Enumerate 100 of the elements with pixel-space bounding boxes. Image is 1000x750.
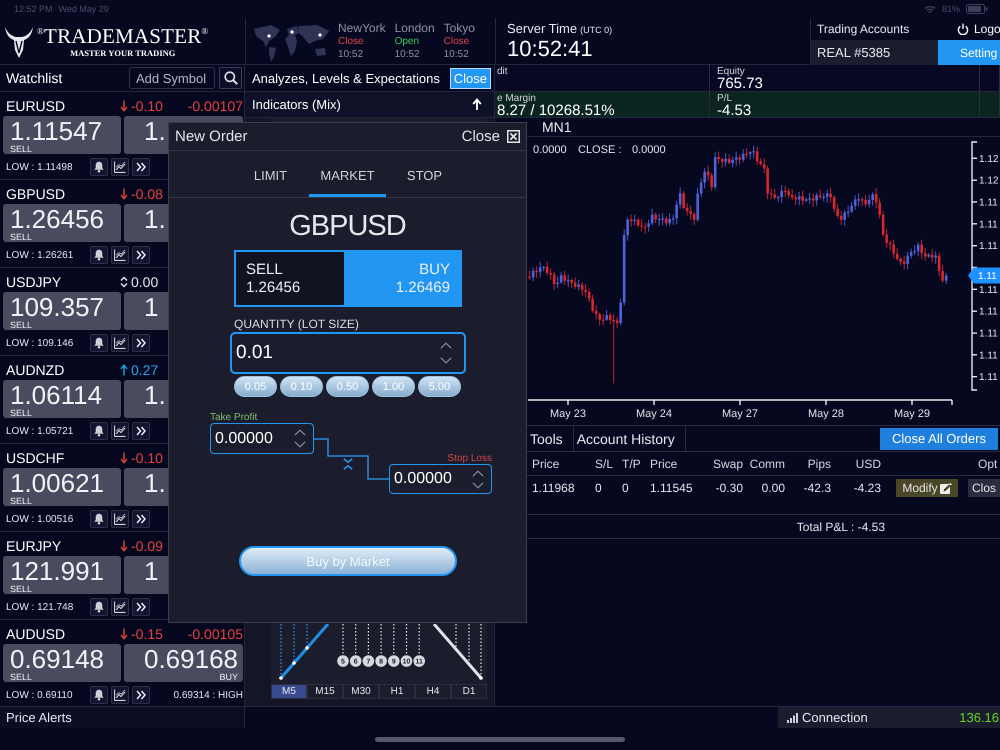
x-axis-label: May 27 bbox=[722, 408, 758, 420]
chart-button[interactable] bbox=[111, 598, 129, 616]
bull-head-icon bbox=[4, 24, 34, 58]
brand-tagline: MASTER YOUR TRADING bbox=[70, 48, 176, 58]
more-button[interactable] bbox=[132, 686, 150, 704]
up-arrow-icon[interactable] bbox=[472, 98, 482, 111]
double-chevron-icon bbox=[136, 690, 146, 700]
symbol-name: EURJPY bbox=[5, 538, 62, 554]
modify-button[interactable]: Modify bbox=[896, 479, 958, 497]
more-button[interactable] bbox=[132, 246, 150, 264]
double-chevron-icon bbox=[136, 250, 146, 260]
take-profit-field[interactable]: 0.00000 bbox=[210, 423, 314, 454]
price-alerts-tab[interactable]: Price Alerts bbox=[0, 707, 245, 728]
sell-price-button[interactable]: 109.357 SELL bbox=[3, 292, 121, 330]
watchlist-title: Watchlist bbox=[6, 70, 64, 86]
close-order-button[interactable]: Clos bbox=[968, 479, 1000, 497]
stat-label: e Margin bbox=[497, 93, 537, 104]
timeframe-tab[interactable]: H1 bbox=[379, 684, 415, 699]
price-alert-button[interactable] bbox=[90, 686, 108, 704]
stop-loss-label: Stop Loss bbox=[446, 454, 492, 464]
more-button[interactable] bbox=[132, 510, 150, 528]
down-arrow-icon bbox=[120, 452, 128, 464]
chevron-up-icon[interactable] bbox=[472, 470, 484, 476]
search-button[interactable] bbox=[219, 67, 242, 89]
chevron-down-icon[interactable] bbox=[472, 482, 484, 488]
account-selector[interactable]: REAL #5385 bbox=[811, 40, 938, 65]
sell-price-button[interactable]: 1.26456 SELL bbox=[3, 204, 121, 242]
time-zone: (UTC 0) bbox=[580, 25, 612, 35]
table-cell-text: 0.00 bbox=[760, 480, 786, 497]
order-type-tab[interactable]: MARKET bbox=[309, 151, 386, 197]
chevron-down-icon[interactable] bbox=[440, 357, 452, 364]
timeframe-tab[interactable]: H4 bbox=[415, 684, 451, 699]
more-button[interactable] bbox=[132, 334, 150, 352]
timeframe-tab[interactable]: M15 bbox=[307, 684, 343, 699]
chevron-down-icon[interactable] bbox=[294, 441, 306, 448]
down-arrow-icon bbox=[120, 100, 128, 112]
total-profit-loss: Total P&L : -4.53 bbox=[796, 520, 885, 534]
y-axis-label: 1.11 bbox=[979, 328, 998, 340]
price-alert-button[interactable] bbox=[90, 158, 108, 176]
chart-button[interactable] bbox=[111, 510, 129, 528]
sell-price-button[interactable]: 1.00621 SELL bbox=[3, 468, 121, 506]
timeframe-tab[interactable]: M30 bbox=[343, 684, 379, 699]
more-button[interactable] bbox=[132, 422, 150, 440]
double-chevron-icon bbox=[136, 426, 146, 436]
logout-button[interactable]: Logo bbox=[938, 18, 1000, 40]
more-button[interactable] bbox=[132, 598, 150, 616]
more-button[interactable] bbox=[132, 158, 150, 176]
chevron-up-icon[interactable] bbox=[440, 342, 452, 349]
change-value: -0.09 bbox=[131, 538, 163, 554]
close-button[interactable]: Close bbox=[462, 128, 520, 145]
sell-price-button[interactable]: 1.06114 SELL bbox=[3, 380, 121, 418]
line-chart-icon bbox=[114, 601, 126, 613]
sell-price-button[interactable]: 0.69148 SELL bbox=[3, 644, 121, 682]
symbol-name: AUDNZD bbox=[5, 362, 66, 378]
quantity-field[interactable]: 0.01 bbox=[230, 332, 466, 374]
low-price: LOW : 1.26261 bbox=[5, 250, 74, 260]
indicator-title: Indicators (Mix) bbox=[252, 97, 341, 112]
x-axis-label: May 28 bbox=[808, 408, 844, 420]
chart-button[interactable] bbox=[111, 686, 129, 704]
timeframe-tab[interactable]: D1 bbox=[451, 684, 487, 699]
order-type-tab[interactable]: LIMIT bbox=[232, 151, 309, 197]
sell-price-button[interactable]: 121.991 SELL bbox=[3, 556, 121, 594]
trade-side-option[interactable]: SELL 1.26456 bbox=[234, 250, 346, 307]
symbol-name: GBPUSD bbox=[5, 186, 66, 202]
order-type-tab[interactable]: STOP bbox=[386, 151, 463, 197]
price-alert-button[interactable] bbox=[90, 422, 108, 440]
tab[interactable]: Account History bbox=[574, 426, 686, 451]
low-price: LOW : 0.69110 bbox=[5, 690, 74, 700]
timeframe-button[interactable]: MN1 bbox=[540, 119, 574, 135]
price-alert-button[interactable] bbox=[90, 246, 108, 264]
price-alert-button[interactable] bbox=[90, 334, 108, 352]
table-cell-text: -4.23 bbox=[852, 480, 882, 497]
market-time: 10:52 bbox=[338, 48, 364, 61]
chart-button[interactable] bbox=[111, 246, 129, 264]
line-chart-icon bbox=[114, 425, 126, 437]
close-all-orders-button[interactable]: Close All Orders bbox=[880, 428, 998, 450]
sell-price-button[interactable]: 1.11547 SELL bbox=[3, 116, 121, 154]
double-chevron-icon bbox=[136, 602, 146, 612]
timeframe-tab[interactable]: M5 bbox=[271, 684, 307, 699]
close-icon bbox=[507, 130, 520, 143]
chart-button[interactable] bbox=[111, 422, 129, 440]
server-time: 10:52:41 bbox=[507, 36, 594, 62]
bell-icon bbox=[93, 513, 105, 525]
server-time-label: Server Time bbox=[507, 21, 578, 36]
x-axis-label: May 23 bbox=[550, 408, 586, 420]
column-header: Swap bbox=[712, 456, 744, 472]
chart-button[interactable] bbox=[111, 158, 129, 176]
down-arrow-icon bbox=[120, 628, 128, 640]
chart-button[interactable] bbox=[111, 334, 129, 352]
symbol-name: USDJPY bbox=[5, 274, 62, 290]
buy-price-button[interactable]: 0.69168 BUY bbox=[124, 644, 243, 682]
panel-title: Analyzes, Levels & Expectations bbox=[252, 70, 440, 86]
market-status: Close bbox=[444, 35, 470, 48]
stop-loss-field[interactable]: 0.00000 bbox=[389, 464, 492, 494]
chevron-up-icon[interactable] bbox=[294, 429, 306, 436]
add-symbol-field[interactable]: Add Symbol bbox=[129, 67, 215, 89]
chevrons-icon[interactable] bbox=[343, 458, 353, 470]
price-alert-button[interactable] bbox=[90, 510, 108, 528]
low-price: LOW : 1.05721 bbox=[5, 426, 74, 436]
price-alert-button[interactable] bbox=[90, 598, 108, 616]
